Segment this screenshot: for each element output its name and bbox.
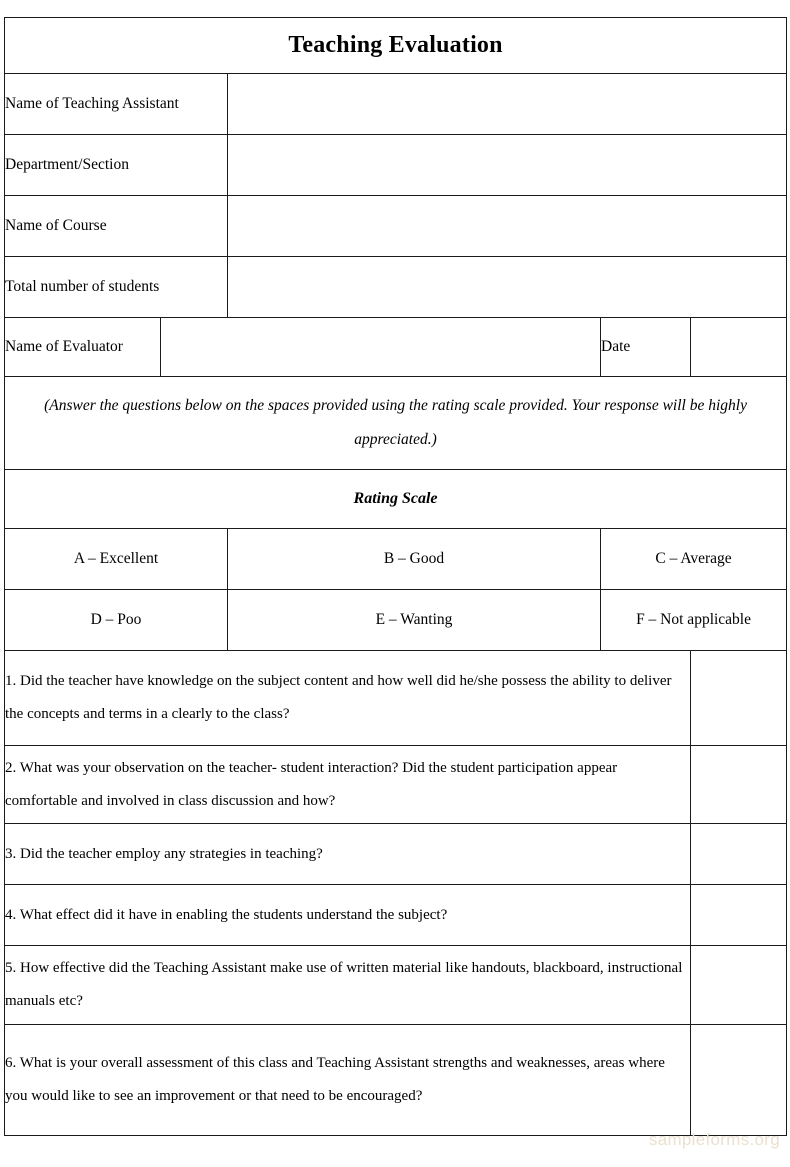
answer-input-5[interactable] [689, 945, 788, 1025]
input-total-number-of-students[interactable] [226, 256, 788, 318]
teaching-evaluation-table: Teaching Evaluation Name of Teaching Ass… [3, 17, 788, 1136]
rating-option-c: C – Average [599, 528, 788, 590]
input-name-of-course[interactable] [226, 195, 788, 257]
question-row: 4. What effect did it have in enabling t… [4, 884, 788, 946]
question-text-4: 4. What effect did it have in enabling t… [4, 884, 691, 946]
label-department-section: Department/Section [4, 134, 228, 196]
rating-scale-heading-row: Rating Scale [3, 469, 788, 529]
question-row: 3. Did the teacher employ any strategies… [4, 823, 788, 885]
question-text-6: 6. What is your overall assessment of th… [4, 1024, 691, 1136]
title-row: Teaching Evaluation [3, 17, 788, 74]
input-department-section[interactable] [226, 134, 788, 196]
label-name-of-course: Name of Course [4, 195, 228, 257]
instruction-row: (Answer the questions below on the space… [3, 376, 788, 470]
field-row-teaching-assistant: Name of Teaching Assistant [4, 73, 788, 135]
input-name-of-evaluator[interactable] [160, 317, 601, 377]
question-text-3: 3. Did the teacher employ any strategies… [4, 823, 691, 885]
answer-input-6[interactable] [689, 1024, 788, 1136]
input-name-of-teaching-assistant[interactable] [226, 73, 788, 135]
field-row-name-of-course: Name of Course [4, 195, 788, 257]
question-text-2: 2. What was your observation on the teac… [4, 745, 691, 824]
question-row: 6. What is your overall assessment of th… [4, 1024, 788, 1136]
rating-scale-row: D – Poo E – Wanting F – Not applicable [4, 589, 788, 651]
rating-scale-heading: Rating Scale [353, 490, 438, 507]
instruction-cell: (Answer the questions below on the space… [3, 376, 788, 470]
rating-option-e: E – Wanting [227, 589, 601, 651]
rating-scale-row: A – Excellent B – Good C – Average [4, 528, 788, 590]
label-name-of-evaluator: Name of Evaluator [4, 317, 161, 377]
page-title: Teaching Evaluation [288, 32, 503, 58]
question-text-5: 5. How effective did the Teaching Assist… [4, 945, 691, 1025]
instruction-text: (Answer the questions below on the space… [44, 397, 747, 448]
rating-option-f: F – Not applicable [599, 589, 788, 651]
question-row: 5. How effective did the Teaching Assist… [4, 945, 788, 1025]
field-row-department-section: Department/Section [4, 134, 788, 196]
answer-input-2[interactable] [689, 745, 788, 824]
answer-input-3[interactable] [689, 823, 788, 885]
evaluation-form-sheet: Teaching Evaluation Name of Teaching Ass… [3, 17, 788, 1136]
label-total-number-of-students: Total number of students [4, 256, 228, 318]
field-row-total-students: Total number of students [4, 256, 788, 318]
rating-option-d: D – Poo [4, 589, 228, 651]
answer-input-4[interactable] [689, 884, 788, 946]
question-row: 1. Did the teacher have knowledge on the… [4, 650, 788, 746]
rating-option-a: A – Excellent [4, 528, 228, 590]
field-row-evaluator-date: Name of Evaluator Date [4, 317, 788, 377]
rating-scale-heading-cell: Rating Scale [3, 469, 788, 529]
label-name-of-teaching-assistant: Name of Teaching Assistant [4, 73, 228, 135]
input-date[interactable] [689, 317, 788, 377]
rating-option-b: B – Good [227, 528, 601, 590]
form-title-cell: Teaching Evaluation [3, 17, 788, 74]
question-text-1: 1. Did the teacher have knowledge on the… [4, 650, 691, 746]
answer-input-1[interactable] [689, 650, 788, 746]
label-date: Date [600, 317, 691, 377]
question-row: 2. What was your observation on the teac… [4, 745, 788, 824]
